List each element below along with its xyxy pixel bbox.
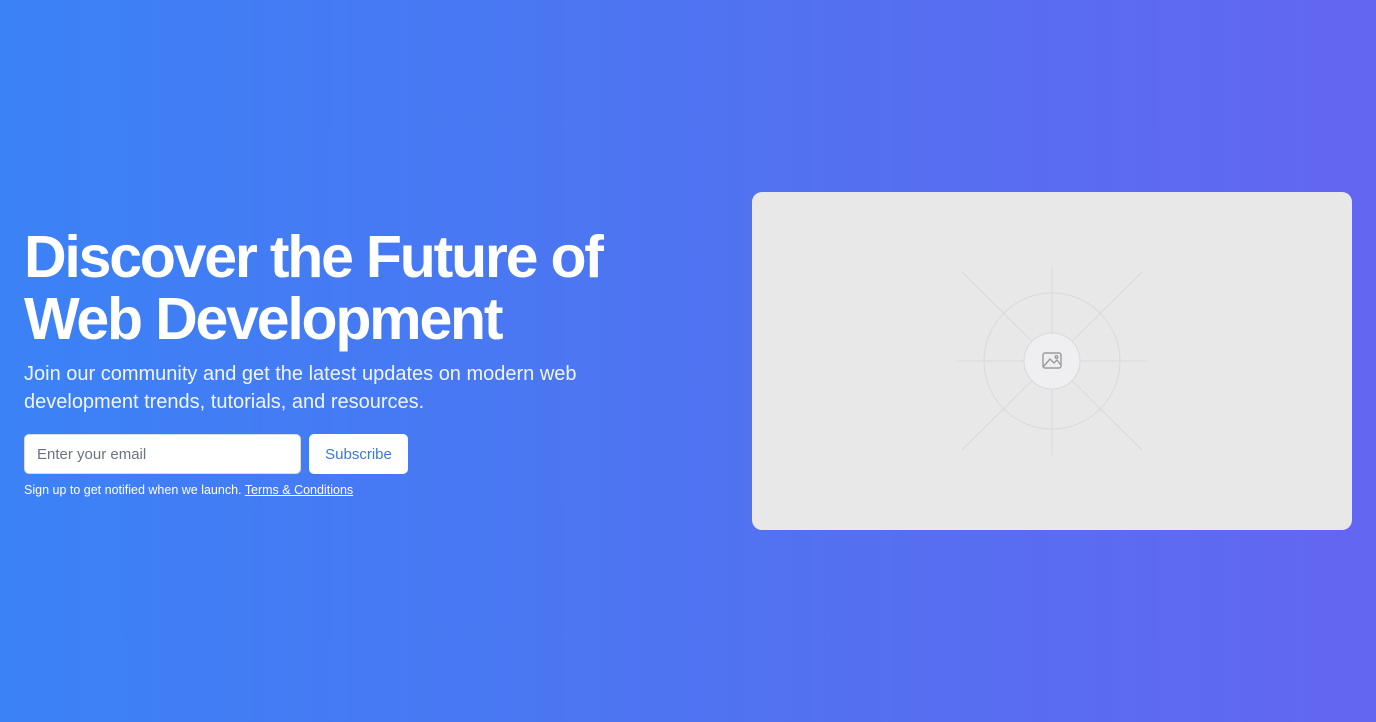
headline-line-1: Discover the Future of: [24, 224, 604, 290]
hero-content: Discover the Future of Web Development J…: [24, 226, 664, 497]
email-input[interactable]: [24, 434, 301, 474]
signup-form: Subscribe: [24, 434, 664, 474]
signup-fine-print: Sign up to get notified when we launch. …: [24, 483, 664, 497]
hero-image-placeholder: [752, 192, 1352, 530]
hero-subheadline: Join our community and get the latest up…: [24, 363, 577, 413]
headline-line-2: Web Development: [24, 286, 504, 352]
fine-print-text: Sign up to get notified when we launch.: [24, 483, 242, 497]
subscribe-button[interactable]: Subscribe: [309, 434, 408, 474]
hero-headline: Discover the Future of Web Development: [24, 226, 664, 350]
placeholder-graphic: [957, 267, 1147, 455]
terms-link[interactable]: Terms & Conditions: [245, 483, 353, 497]
